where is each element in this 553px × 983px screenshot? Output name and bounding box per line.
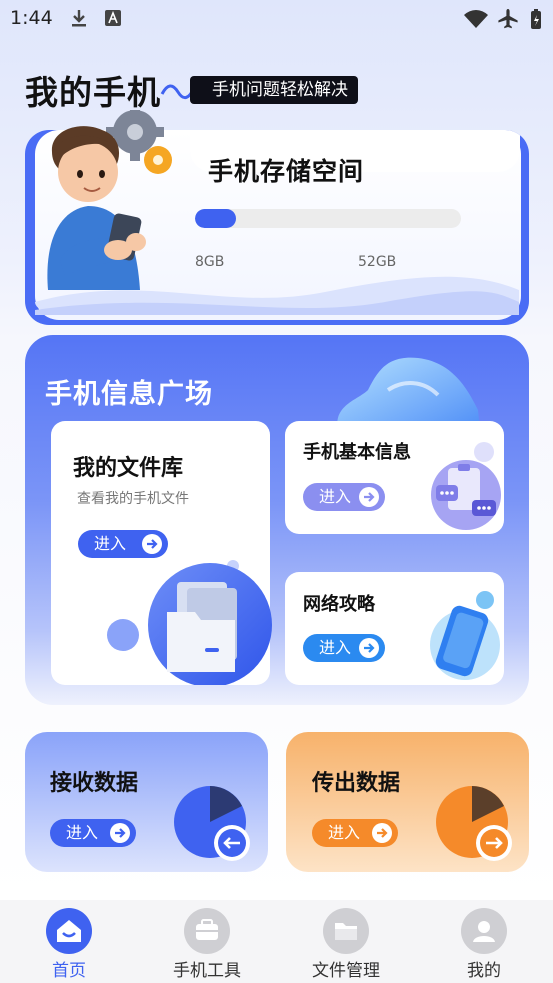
receive-enter-button[interactable]: 进入 bbox=[50, 819, 136, 847]
smartphone-illustration bbox=[430, 591, 500, 680]
wifi-icon bbox=[464, 10, 488, 28]
cloud-blob-decoration bbox=[337, 357, 480, 430]
network-guide-enter-button[interactable]: 进入 bbox=[303, 634, 385, 662]
tab-phone-tools-label: 手机工具 bbox=[173, 961, 241, 981]
file-library-title: 我的文件库 bbox=[73, 456, 184, 481]
tab-file-manager[interactable]: 文件管理 bbox=[277, 900, 415, 983]
tab-home[interactable]: 首页 bbox=[0, 900, 138, 983]
tab-mine-label: 我的 bbox=[467, 961, 501, 981]
tab-phone-tools[interactable]: 手机工具 bbox=[138, 900, 276, 983]
info-square-title: 手机信息广场 bbox=[45, 379, 213, 410]
receive-data-title: 接收数据 bbox=[50, 771, 139, 796]
network-guide-enter-label: 进入 bbox=[319, 638, 352, 657]
arrow-right-icon bbox=[359, 487, 379, 507]
send-data-title: 传出数据 bbox=[312, 771, 401, 796]
arrow-right-icon bbox=[372, 823, 392, 843]
tab-mine[interactable]: 我的 bbox=[415, 900, 553, 983]
tab-file-manager-label: 文件管理 bbox=[312, 961, 380, 981]
send-enter-button[interactable]: 进入 bbox=[312, 819, 398, 847]
folder-illustration bbox=[107, 560, 272, 685]
tab-home-label: 首页 bbox=[52, 961, 86, 981]
storage-progress-bar bbox=[195, 209, 461, 228]
arrow-right-icon bbox=[142, 534, 162, 554]
file-library-enter-button[interactable]: 进入 bbox=[78, 530, 168, 558]
airplane-mode-icon bbox=[498, 9, 518, 29]
arrow-right-icon bbox=[359, 638, 379, 658]
slogan-pill: 手机问题轻松解决 bbox=[190, 76, 358, 104]
clipboard-chat-icon bbox=[431, 442, 501, 530]
home-icon bbox=[46, 908, 92, 954]
file-library-enter-label: 进入 bbox=[94, 534, 127, 553]
user-icon bbox=[461, 908, 507, 954]
storage-used-label: 8GB bbox=[195, 254, 225, 270]
file-library-subtitle: 查看我的手机文件 bbox=[77, 491, 189, 507]
status-time: 1:44 bbox=[10, 7, 53, 29]
boy-with-phone-illustration bbox=[47, 110, 172, 290]
basic-info-title: 手机基本信息 bbox=[303, 442, 411, 463]
keyboard-a-icon bbox=[105, 10, 121, 26]
folder-icon bbox=[323, 908, 369, 954]
storage-total-label: 52GB bbox=[358, 254, 397, 270]
toolbox-icon bbox=[184, 908, 230, 954]
arrow-right-icon bbox=[110, 823, 130, 843]
bottom-tab-bar: 首页 手机工具 文件管理 我的 bbox=[0, 900, 553, 983]
basic-info-enter-button[interactable]: 进入 bbox=[303, 483, 385, 511]
battery-charging-icon bbox=[531, 9, 541, 29]
status-bar: 1:44 bbox=[0, 0, 553, 38]
network-guide-title: 网络攻略 bbox=[303, 594, 375, 615]
basic-info-enter-label: 进入 bbox=[319, 487, 352, 506]
storage-title: 手机存储空间 bbox=[208, 157, 365, 186]
receive-pie-icon bbox=[174, 786, 250, 861]
send-enter-label: 进入 bbox=[328, 823, 361, 842]
page-title: 我的手机 bbox=[25, 73, 161, 112]
download-icon bbox=[72, 10, 86, 27]
send-pie-icon bbox=[436, 786, 512, 861]
storage-progress-fill bbox=[195, 209, 236, 228]
receive-enter-label: 进入 bbox=[66, 823, 99, 842]
